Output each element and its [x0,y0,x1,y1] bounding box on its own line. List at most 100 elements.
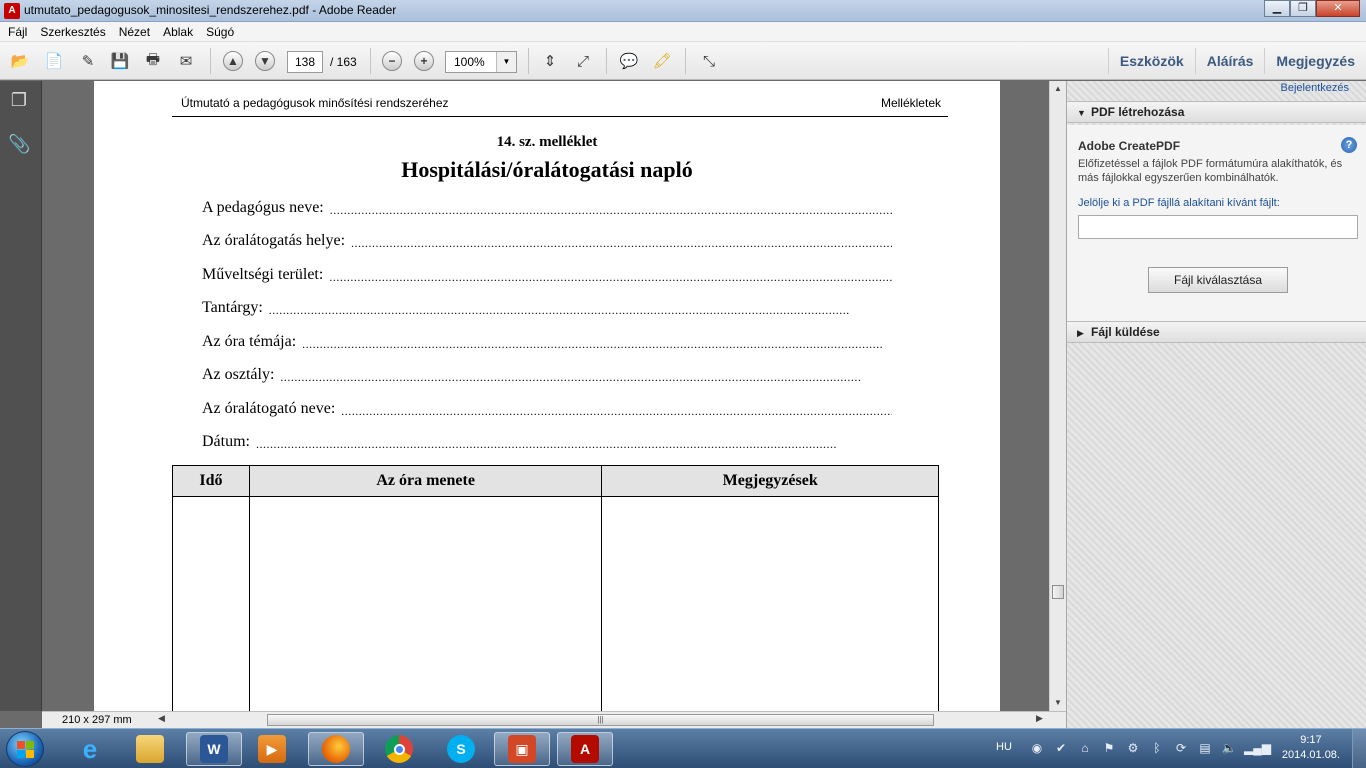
section-send-file[interactable]: ▶ Fájl küldése [1067,321,1366,343]
taskbar-app-word[interactable]: W [186,732,242,766]
sign-in-link[interactable]: Bejelentkezés [1281,82,1350,94]
tab-sign[interactable]: Aláírás [1194,48,1265,74]
volume-icon[interactable]: 🔈 [1220,740,1238,756]
tray-updates-icon[interactable]: ⟳ [1172,740,1190,756]
clock-time: 9:17 [1300,734,1322,746]
zoom-select[interactable]: 100% ▼ [445,51,517,73]
document-view[interactable]: Útmutató a pedagógusok minősítési rendsz… [42,81,1049,711]
tray-status-icon[interactable]: ◉ [1028,740,1046,756]
highlight-text-icon[interactable]: 🖍 [650,50,674,72]
zoom-value: 100% [454,55,485,69]
print-icon[interactable]: 🖶 [141,50,165,72]
taskbar-app-internet-explorer[interactable]: e [62,732,118,766]
create-pdf-icon[interactable]: 📄 [42,50,66,72]
header-left: Útmutató a pedagógusok minősítési rendsz… [181,96,449,110]
zoom-in-button[interactable]: + [414,51,434,71]
attachments-icon[interactable]: 📎 [8,133,30,155]
minimize-button[interactable]: ▁ [1264,0,1290,17]
form-field-subject-area: Műveltségi terület: ....................… [202,266,892,288]
previous-page-button[interactable]: ▲ [223,51,243,71]
help-icon[interactable]: ? [1341,137,1357,153]
page-number-input[interactable]: 138 [287,51,323,73]
selected-file-field[interactable] [1078,215,1358,239]
show-desktop-button[interactable] [1352,729,1366,768]
taskbar-app-chrome[interactable] [371,732,427,766]
page-size-label: 210 x 297 mm [62,714,132,726]
internet-explorer-icon: e [82,733,98,764]
start-button[interactable] [6,731,44,767]
signal-strength-icon[interactable]: ▂▄▆ [1244,740,1271,756]
taskbar-app-explorer[interactable] [122,732,178,766]
field-dots: ........................................… [268,303,850,317]
vertical-scrollbar[interactable]: ▲ ▼ [1049,81,1066,711]
taskbar-app-media-player[interactable]: ▶ [244,732,300,766]
page-thumbnails-icon[interactable]: ❐ [8,89,30,111]
toolbar-separator [210,48,211,74]
main-toolbar: 📂 📄 ✎ 💾 🖶 ✉ ▲ ▼ 138 / 163 − + 100% ▼ ⇕ ⤢… [0,42,1366,80]
section-create-pdf[interactable]: ▼ PDF létrehozása [1067,101,1366,123]
save-icon[interactable]: 💾 [108,50,132,72]
form-field-teacher-name: A pedagógus neve: ......................… [202,199,892,221]
fit-width-icon[interactable]: ⤢ [571,50,595,72]
section-title: PDF létrehozása [1091,105,1185,119]
collapsed-triangle-icon: ▶ [1077,328,1084,338]
menu-window[interactable]: Ablak [163,25,193,39]
tab-comment[interactable]: Megjegyzés [1264,48,1366,74]
field-label: Tantárgy: [202,299,263,316]
close-button[interactable]: ✕ [1316,0,1360,17]
word-icon: W [200,735,228,763]
chevron-down-icon[interactable]: ▼ [496,52,516,72]
language-indicator[interactable]: HU [996,741,1012,753]
create-pdf-panel: Adobe CreatePDF ? Előfizetéssel a fájlok… [1067,125,1366,321]
chrome-icon [385,735,413,763]
bluetooth-icon[interactable]: ᛒ [1148,740,1166,756]
form-field-class: Az osztály: ............................… [202,366,892,388]
scroll-down-arrow-icon[interactable]: ▼ [1050,695,1066,711]
header-right: Mellékletek [880,96,941,110]
taskbar-app-skype[interactable]: S [433,732,489,766]
scroll-left-arrow-icon[interactable]: ◀ [158,713,165,724]
email-icon[interactable]: ✉ [174,50,198,72]
horizontal-scroll-thumb[interactable]: ||| [267,714,934,726]
edit-document-icon[interactable]: ✎ [76,50,100,72]
table-cell [172,496,250,711]
vertical-scroll-thumb[interactable] [1052,585,1064,599]
next-page-button[interactable]: ▼ [255,51,275,71]
zoom-out-button[interactable]: − [382,51,402,71]
field-dots: ........................................… [256,437,837,451]
column-header-time: Idő [172,465,250,497]
menu-help[interactable]: Súgó [206,25,234,39]
toolbar-separator [606,48,607,74]
tray-device-icon[interactable]: ▤ [1196,740,1214,756]
tab-tools[interactable]: Eszközök [1107,48,1195,74]
adobe-reader-icon: A [571,735,599,763]
tray-app-icon[interactable]: ⚙ [1124,740,1142,756]
navigation-pane: ❐ 📎 [0,81,42,711]
full-screen-icon[interactable]: ⤡ [697,50,721,72]
taskbar-app-adobe-reader[interactable]: A [557,732,613,766]
maximize-button[interactable]: ❐ [1290,0,1316,17]
menu-file[interactable]: Fájl [8,25,27,39]
fit-page-icon[interactable]: ⇕ [538,50,562,72]
tray-security-icon[interactable]: ✔ [1052,740,1070,756]
tray-flag-icon[interactable]: ⚑ [1100,740,1118,756]
table-cell [248,496,603,711]
tray-network-icon[interactable]: ⌂ [1076,740,1094,756]
adobe-reader-app-icon: A [4,3,20,19]
open-icon[interactable]: 📂 [8,50,32,72]
field-label: Az óralátogató neve: [202,400,336,417]
taskbar-app-firefox[interactable] [308,732,364,766]
table-cell [601,496,939,711]
menu-view[interactable]: Nézet [119,25,150,39]
field-label: Az osztály: [202,366,275,383]
field-label: A pedagógus neve: [202,199,324,216]
menu-edit[interactable]: Szerkesztés [40,25,105,39]
sticky-note-icon[interactable]: 💬 [617,50,641,72]
taskbar-app-presentation[interactable]: ▣ [494,732,550,766]
scroll-up-arrow-icon[interactable]: ▲ [1050,81,1066,97]
select-file-button[interactable]: Fájl kiválasztása [1148,267,1288,293]
table-row [172,496,939,711]
form-field-visitor-name: Az óralátogató neve: ...................… [202,400,892,422]
scroll-right-arrow-icon[interactable]: ▶ [1036,713,1043,724]
system-clock[interactable]: 9:17 2014.01.08. [1282,733,1340,763]
